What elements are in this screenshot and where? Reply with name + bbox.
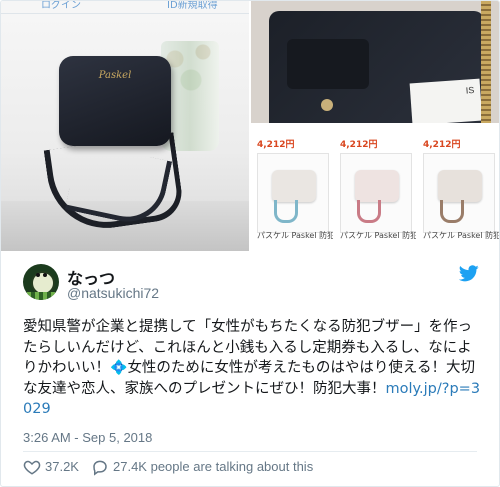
card-badge: IS <box>465 85 475 96</box>
twitter-bird-icon[interactable] <box>459 265 479 282</box>
mini-strap <box>357 200 381 223</box>
like-count: 37.2K <box>45 459 79 474</box>
mini-wallet <box>438 170 482 202</box>
product-photo[interactable]: ログイン ID新規取得 Paskel <box>1 1 249 251</box>
reply-bubble-icon <box>93 460 107 476</box>
tweet-text: 愛知県警が企業と提携して「女性がもちたくなる防犯ブザー」を作ったらしいんだけど、… <box>23 317 485 420</box>
product-grid[interactable]: 4,212円 パスケル Paskel 防犯ブザー機能付 4,212円 パスケル … <box>251 125 499 251</box>
signup-button: ID新規取得 <box>167 1 218 11</box>
mini-wallet <box>272 170 316 202</box>
product-thumb <box>340 153 412 233</box>
divider <box>23 451 477 452</box>
product-thumb <box>257 153 329 233</box>
app-topbar: ログイン ID新規取得 <box>1 1 249 14</box>
avatar-eye <box>36 273 40 277</box>
avatar[interactable] <box>23 264 59 300</box>
product-photo-open[interactable]: IS <box>251 1 499 123</box>
wallet-closed: Paskel <box>59 56 171 146</box>
like-button[interactable]: 37.2K <box>23 458 87 476</box>
tweet-card[interactable]: ログイン ID新規取得 Paskel IS 4,212円 パスケル Paskel… <box>0 0 500 487</box>
product-name: パスケル Paskel 防犯ブザー機能付 <box>257 231 333 240</box>
heart-icon <box>23 460 41 475</box>
product-card[interactable]: 4,212円 パスケル Paskel 防犯ブザー機能付 <box>334 125 416 251</box>
snap-button <box>321 99 333 111</box>
coin-pocket <box>287 39 369 89</box>
tweet-media[interactable]: ログイン ID新規取得 Paskel IS 4,212円 パスケル Paskel… <box>1 1 499 251</box>
tweet-timestamp[interactable]: 3:26 AM - Sep 5, 2018 <box>23 430 152 445</box>
wallet-logo: Paskel <box>98 70 132 81</box>
product-thumb <box>423 153 495 233</box>
product-card[interactable]: 4,212円 パスケル Paskel 防犯ブザー機能付 <box>251 125 333 251</box>
product-price: 4,212円 <box>257 140 295 150</box>
mini-wallet <box>355 170 399 202</box>
replies-button[interactable]: 27.4K people are talking about this <box>91 458 391 476</box>
product-price: 4,212円 <box>340 140 378 150</box>
mini-strap <box>440 200 464 223</box>
login-button: ログイン <box>41 1 81 11</box>
zipper <box>481 1 491 123</box>
mini-strap <box>274 200 298 223</box>
product-name: パスケル Paskel 防犯ブザー機能付 <box>423 231 499 240</box>
sparkle-icon: 💠 <box>110 360 128 376</box>
user-handle[interactable]: @natsukichi72 <box>67 285 159 301</box>
product-card[interactable]: 4,212円 パスケル Paskel 防犯ブザー機能付 <box>417 125 499 251</box>
avatar-eye <box>43 273 47 277</box>
product-name: パスケル Paskel 防犯ブザー機能付 <box>340 231 416 240</box>
replies-label: 27.4K people are talking about this <box>113 459 314 474</box>
pass-card: IS <box>409 78 483 123</box>
wallet-open: IS <box>269 11 484 123</box>
avatar-pattern <box>27 292 55 300</box>
product-price: 4,212円 <box>423 140 461 150</box>
